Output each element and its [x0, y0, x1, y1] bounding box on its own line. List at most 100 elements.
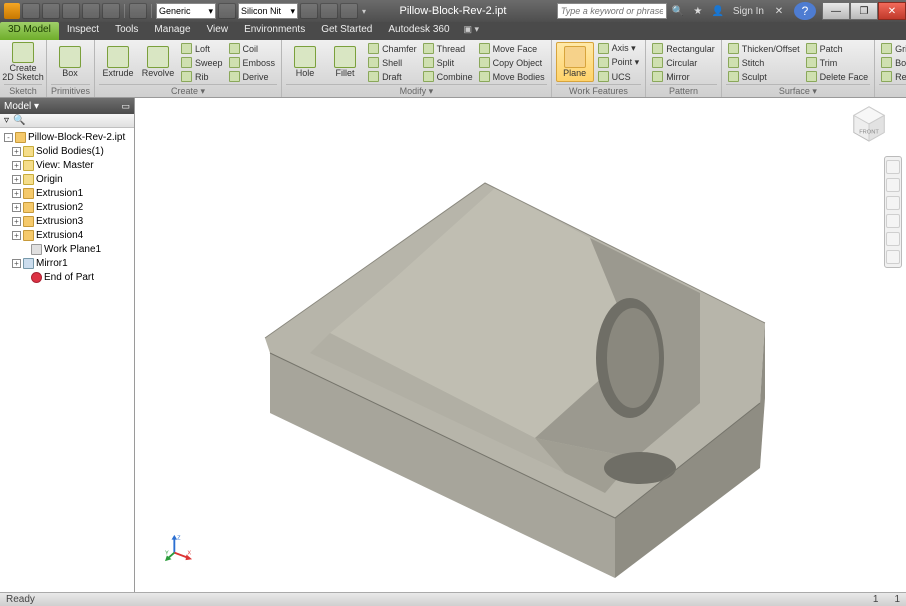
exchange-icon[interactable]: ✕: [770, 3, 788, 19]
qat-save-button[interactable]: [62, 3, 80, 19]
tree-node-view-master[interactable]: +View: Master: [0, 158, 134, 172]
move-face-button[interactable]: Move Face: [477, 42, 547, 55]
expand-icon[interactable]: -: [4, 133, 13, 142]
zoom-icon[interactable]: [886, 214, 900, 228]
user-icon[interactable]: 👤: [709, 3, 727, 19]
tree-node-extrusion4[interactable]: +Extrusion4: [0, 228, 134, 242]
search-input[interactable]: [557, 3, 667, 19]
qat-extra2-button[interactable]: [320, 3, 338, 19]
tab-environments[interactable]: Environments: [236, 22, 313, 40]
3d-viewport[interactable]: FRONT Z X Y: [135, 98, 906, 592]
tab-get-started[interactable]: Get Started: [313, 22, 380, 40]
move-bodies-button[interactable]: Move Bodies: [477, 70, 547, 83]
thicken-offset-button[interactable]: Thicken/Offset: [726, 42, 802, 55]
copy-object-button[interactable]: Copy Object: [477, 56, 547, 69]
expand-icon[interactable]: +: [12, 203, 21, 212]
material-picker-icon[interactable]: [218, 3, 236, 19]
emboss-button[interactable]: Emboss: [227, 56, 278, 69]
tab-tools[interactable]: Tools: [107, 22, 146, 40]
tree-node-origin[interactable]: +Origin: [0, 172, 134, 186]
filter-icon[interactable]: ▿: [4, 115, 9, 126]
minimize-button[interactable]: —: [822, 2, 850, 20]
tab-inspect[interactable]: Inspect: [59, 22, 107, 40]
hole-button[interactable]: Hole: [286, 42, 324, 82]
appearance-combo[interactable]: Silicon Nit ▾: [238, 3, 298, 19]
full-nav-wheel-icon[interactable]: [886, 178, 900, 192]
orbit-icon[interactable]: [886, 232, 900, 246]
trim-button[interactable]: Trim: [804, 56, 871, 69]
rectangular-pattern-button[interactable]: Rectangular: [650, 42, 717, 55]
app-menu-icon[interactable]: [4, 3, 20, 19]
browser-header[interactable]: Model ▾ ▭: [0, 98, 134, 114]
signin-button[interactable]: Sign In: [729, 6, 768, 17]
revolve-button[interactable]: Revolve: [139, 42, 177, 82]
split-button[interactable]: Split: [421, 56, 475, 69]
axis-button[interactable]: Axis ▾: [596, 42, 642, 55]
box-button[interactable]: Box: [51, 42, 89, 82]
expand-icon[interactable]: +: [12, 161, 21, 170]
delete-face-button[interactable]: Delete Face: [804, 70, 871, 83]
expand-icon[interactable]: +: [12, 259, 21, 268]
plane-button[interactable]: Plane: [556, 42, 594, 82]
tab-autodesk-360[interactable]: Autodesk 360: [380, 22, 457, 40]
find-icon[interactable]: 🔍: [13, 115, 25, 126]
stitch-button[interactable]: Stitch: [726, 56, 802, 69]
tree-node-pillow-block-rev-2-ipt[interactable]: -Pillow-Block-Rev-2.ipt: [0, 130, 134, 144]
tab-3d-model[interactable]: 3D Model: [0, 22, 59, 40]
thread-button[interactable]: Thread: [421, 42, 475, 55]
qat-select-button[interactable]: [129, 3, 147, 19]
expand-icon[interactable]: +: [12, 147, 21, 156]
fillet-button[interactable]: Fillet: [326, 42, 364, 82]
favorite-icon[interactable]: ★: [689, 3, 707, 19]
pan-icon[interactable]: [886, 196, 900, 210]
panel-label-surface[interactable]: Surface ▾: [726, 84, 870, 98]
boss-button[interactable]: Boss: [879, 56, 906, 69]
rib-button[interactable]: Rib: [179, 70, 225, 83]
tree-node-end-of-part[interactable]: End of Part: [0, 270, 134, 284]
maximize-button[interactable]: ❐: [850, 2, 878, 20]
sculpt-button[interactable]: Sculpt: [726, 70, 802, 83]
panel-label-modify[interactable]: Modify ▾: [286, 84, 547, 98]
qat-extra1-button[interactable]: [300, 3, 318, 19]
qat-new-button[interactable]: [22, 3, 40, 19]
create-2d-sketch-button[interactable]: Create 2D Sketch: [4, 42, 42, 82]
ribbon-collapse-icon[interactable]: ▣ ▾: [458, 22, 486, 40]
mirror-button[interactable]: Mirror: [650, 70, 717, 83]
tree-node-solid-bodies-1-[interactable]: +Solid Bodies(1): [0, 144, 134, 158]
qat-extra3-button[interactable]: [340, 3, 358, 19]
tree-node-extrusion3[interactable]: +Extrusion3: [0, 214, 134, 228]
qat-open-button[interactable]: [42, 3, 60, 19]
grill-button[interactable]: Grill: [879, 42, 906, 55]
expand-icon[interactable]: +: [12, 189, 21, 198]
ucs-button[interactable]: UCS: [596, 70, 642, 83]
coil-button[interactable]: Coil: [227, 42, 278, 55]
search-icon[interactable]: 🔍: [669, 3, 687, 19]
tab-view[interactable]: View: [199, 22, 237, 40]
panel-label-create[interactable]: Create ▾: [99, 84, 277, 98]
look-at-icon[interactable]: [886, 250, 900, 264]
tree-node-work-plane1[interactable]: Work Plane1: [0, 242, 134, 256]
material-combo[interactable]: Generic ▾: [156, 3, 216, 19]
tree-node-mirror1[interactable]: +Mirror1: [0, 256, 134, 270]
chamfer-button[interactable]: Chamfer: [366, 42, 419, 55]
tab-manage[interactable]: Manage: [146, 22, 198, 40]
derive-button[interactable]: Derive: [227, 70, 278, 83]
rest-button[interactable]: Rest: [879, 70, 906, 83]
loft-button[interactable]: Loft: [179, 42, 225, 55]
expand-icon[interactable]: +: [12, 175, 21, 184]
home-view-icon[interactable]: [886, 160, 900, 174]
sweep-button[interactable]: Sweep: [179, 56, 225, 69]
combine-button[interactable]: Combine: [421, 70, 475, 83]
expand-icon[interactable]: +: [12, 217, 21, 226]
help-button[interactable]: ?: [794, 2, 816, 20]
qat-undo-button[interactable]: [82, 3, 100, 19]
shell-button[interactable]: Shell: [366, 56, 419, 69]
patch-button[interactable]: Patch: [804, 42, 871, 55]
browser-collapse-icon[interactable]: ▭: [121, 101, 130, 112]
extrude-button[interactable]: Extrude: [99, 42, 137, 82]
close-button[interactable]: ✕: [878, 2, 906, 20]
point-button[interactable]: Point ▾: [596, 56, 642, 69]
tree-node-extrusion1[interactable]: +Extrusion1: [0, 186, 134, 200]
tree-node-extrusion2[interactable]: +Extrusion2: [0, 200, 134, 214]
draft-button[interactable]: Draft: [366, 70, 419, 83]
